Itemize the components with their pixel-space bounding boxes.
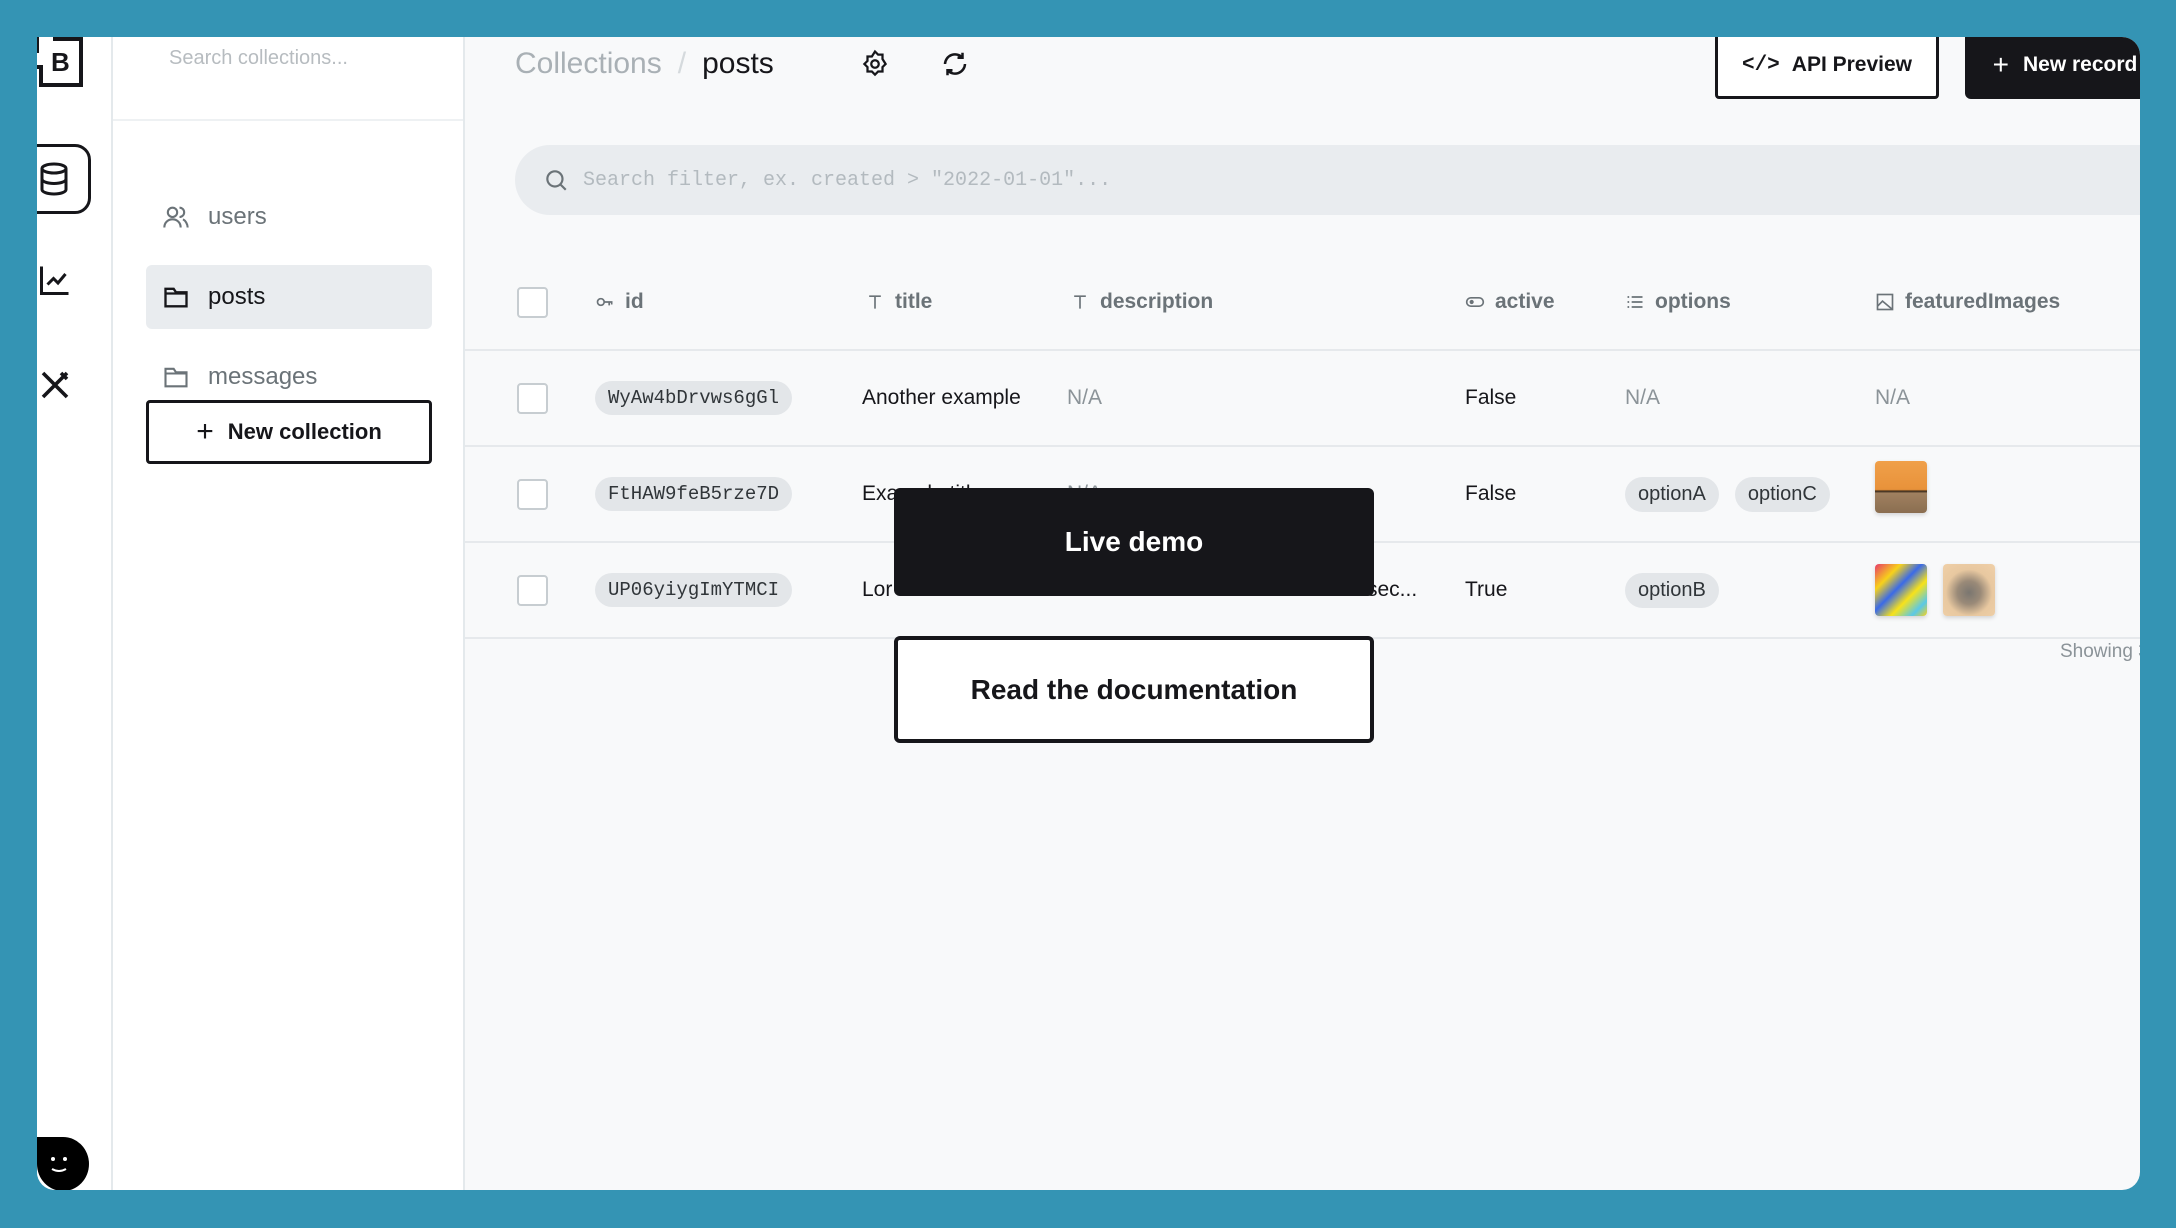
column-label: id [625,290,644,313]
column-header-active[interactable]: active [1465,290,1555,314]
image-icon [1876,293,1894,311]
avatar[interactable] [37,1137,89,1190]
column-label: title [895,290,933,313]
breadcrumb-collections[interactable]: Collections [515,47,662,81]
column-header-title[interactable]: title [865,290,932,314]
table-header: id title description active options feat… [465,255,2140,351]
chart-line-icon[interactable] [37,262,73,298]
collection-list: users posts messages [146,185,432,425]
record-id: WyAw4bDrvws6gGl [595,381,793,415]
record-images [1875,564,2011,616]
sidebar-item-label: users [208,203,267,230]
row-checkbox[interactable] [517,382,548,414]
pagination-summary: Showing 3 of [2060,641,2140,662]
new-collection-button[interactable]: + New collection [146,400,432,464]
database-icon [40,162,68,196]
column-header-options[interactable]: options [1625,290,1731,314]
refresh-icon[interactable] [940,49,970,79]
live-demo-button[interactable]: Live demo [894,488,1374,596]
plus-icon: + [196,415,214,448]
sidebar-item-label: messages [208,363,318,390]
record-id: FtHAW9feB5rze7D [595,477,793,511]
app-window: B users posts messages [37,37,2140,1190]
gear-icon[interactable] [860,49,890,79]
users-icon [163,206,189,228]
text-icon [869,295,881,309]
search-filter-bar [515,145,2140,215]
sidebar-search [113,37,463,121]
image-thumbnail-colorful[interactable] [1875,564,1927,616]
row-checkbox[interactable] [517,574,548,606]
record-images [1875,461,1943,513]
record-title: Another example [862,386,1021,409]
toggle-icon [1465,297,1485,307]
record-options: N/A [1625,386,1661,409]
row-checkbox[interactable] [517,478,548,510]
page-title: posts [702,47,774,80]
breadcrumb: Collections / posts [515,47,774,81]
record-images: N/A [1875,386,1911,409]
read-documentation-button[interactable]: Read the documentation [894,636,1374,743]
collections-sidebar: users posts messages + New collection [113,37,465,1190]
record-active: False [1465,482,1517,505]
sidebar-item-posts[interactable]: posts [146,265,432,329]
svg-text:B: B [51,47,70,77]
column-label: active [1495,290,1555,313]
option-badge: optionB [1625,572,1719,608]
list-icon [1627,296,1643,308]
record-active: True [1465,578,1508,601]
logo-icon[interactable]: B [37,37,85,89]
sidebar-item-label: posts [208,283,266,310]
column-header-description[interactable]: description [1070,290,1213,314]
option-badge: optionA [1625,476,1719,512]
api-preview-button[interactable]: </> API Preview [1715,37,1939,99]
image-thumbnail-sunset[interactable] [1875,461,1927,513]
record-active: False [1465,386,1517,409]
new-record-label: New record [2022,53,2138,76]
breadcrumb-separator: / [677,47,687,80]
record-title: Lor [862,578,893,601]
rail-item-collections[interactable] [37,144,91,214]
main-content: Collections / posts </> API Preview + Ne… [465,37,2140,1190]
column-header-featuredImages[interactable]: featuredImages [1875,290,2060,314]
select-all-checkbox[interactable] [517,286,548,318]
plus-icon: + [1992,49,2009,80]
search-filter-input[interactable] [583,168,1783,192]
key-icon [596,297,613,307]
record-description: N/A [1067,386,1103,409]
column-label: options [1655,290,1731,313]
search-icon [546,170,567,191]
image-thumbnail-cat[interactable] [1943,564,1995,616]
record-description: sec... [1367,578,1418,601]
column-header-id[interactable]: id [595,290,644,314]
text-icon [1074,295,1086,309]
record-id: UP06yiygImYTMCI [595,573,793,607]
sidebar-item-users[interactable]: users [146,185,432,249]
code-icon: </> [1741,53,1780,77]
api-preview-label: API Preview [1791,53,1913,76]
column-label: featuredImages [1905,290,2061,313]
folder-icon [164,367,188,388]
smiley-icon [51,1157,67,1172]
column-label: description [1100,290,1214,313]
table-row[interactable]: WyAw4bDrvws6gGl Another example N/A Fals… [465,351,2140,447]
record-options: optionB [1625,572,1735,608]
icon-rail: B [37,37,113,1190]
search-collections-input[interactable] [169,47,429,70]
record-options: optionA optionC [1625,476,1846,512]
new-collection-label: New collection [227,419,382,444]
tools-icon[interactable] [37,367,73,403]
option-badge: optionC [1734,476,1830,512]
folder-icon [164,287,188,308]
new-record-button[interactable]: + New record [1965,37,2140,99]
